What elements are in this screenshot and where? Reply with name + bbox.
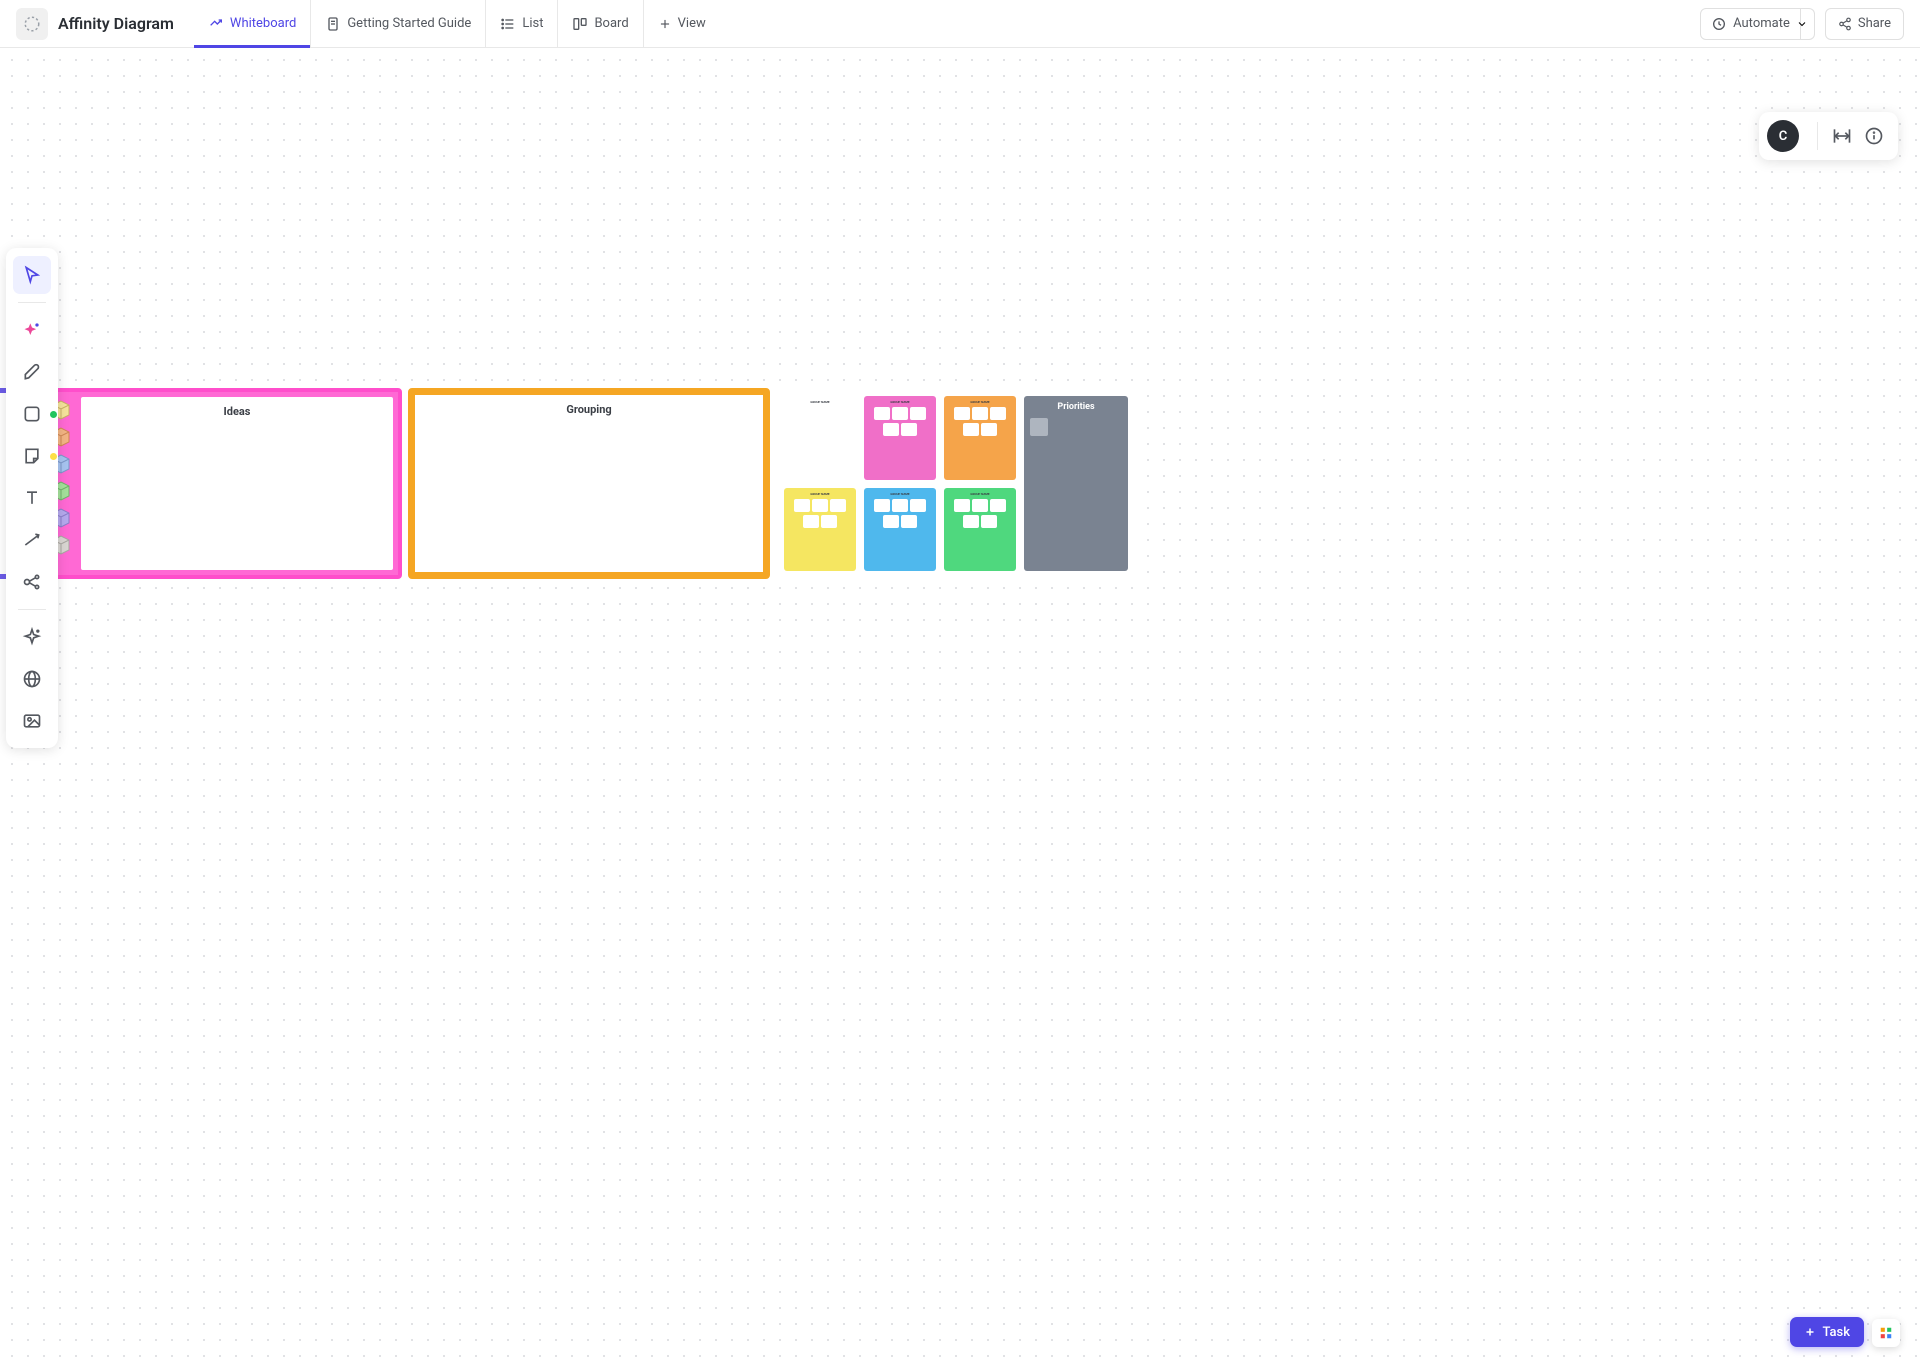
- automate-dropdown[interactable]: [1791, 8, 1815, 40]
- canvas-content: Ideas Grouping GROUP NAME GROUP NAME: [0, 388, 1136, 579]
- info-button[interactable]: [1858, 120, 1890, 152]
- tab-label: List: [522, 16, 543, 31]
- tab-board[interactable]: Board: [558, 0, 643, 48]
- group-card-title: GROUP NAME: [970, 400, 989, 404]
- priority-box[interactable]: [1030, 418, 1048, 436]
- divider: [18, 609, 46, 610]
- color-dot: [50, 453, 57, 460]
- board-icon: [572, 16, 588, 32]
- plus-icon: [1804, 1326, 1816, 1338]
- select-tool[interactable]: [13, 256, 51, 294]
- group-card[interactable]: GROUP NAME: [784, 488, 856, 572]
- connector-tool[interactable]: [13, 521, 51, 559]
- group-card-title: GROUP NAME: [810, 492, 829, 496]
- pen-tool[interactable]: [13, 353, 51, 391]
- plus-icon: [658, 17, 672, 31]
- priorities-title: Priorities: [1030, 402, 1122, 412]
- sticky-icon: [22, 446, 42, 466]
- automate-button[interactable]: Automate: [1700, 8, 1801, 40]
- color-dot: [50, 369, 57, 376]
- sticky-tool[interactable]: [13, 437, 51, 475]
- fit-width-button[interactable]: [1826, 120, 1858, 152]
- mindmap-tool[interactable]: [13, 563, 51, 601]
- grouping-title: Grouping: [419, 399, 759, 416]
- group-card-title: GROUP NAME: [890, 400, 909, 404]
- image-tool[interactable]: [13, 702, 51, 740]
- ideas-title: Ideas: [89, 405, 385, 418]
- globe-icon: [22, 669, 42, 689]
- ideas-area[interactable]: Ideas: [81, 397, 393, 570]
- tab-whiteboard[interactable]: Whiteboard: [194, 0, 311, 48]
- task-button[interactable]: Task: [1790, 1317, 1864, 1347]
- left-toolbar: [6, 248, 58, 748]
- group-card-title: GROUP NAME: [810, 400, 829, 404]
- loading-icon: [16, 8, 48, 40]
- share-label: Share: [1858, 16, 1891, 31]
- canvas-controls: C: [1759, 112, 1898, 160]
- panel-groups-priorities[interactable]: GROUP NAME GROUP NAME GROUP NAME GROUP N…: [776, 388, 1136, 579]
- sparkle-icon: [22, 320, 42, 340]
- group-cards-grid: GROUP NAME GROUP NAME GROUP NAME GROUP N…: [784, 396, 1016, 571]
- view-label: View: [678, 16, 706, 31]
- title-area: Affinity Diagram: [16, 8, 174, 40]
- mindmap-icon: [22, 572, 42, 592]
- header-right: Automate Share: [1700, 8, 1904, 40]
- chevron-down-icon: [1796, 18, 1808, 30]
- panel-grouping[interactable]: Grouping: [408, 388, 770, 579]
- apps-icon: [1879, 1326, 1893, 1340]
- divider: [1817, 122, 1818, 150]
- view-tabs: Whiteboard Getting Started Guide List Bo…: [194, 0, 720, 48]
- page-title: Affinity Diagram: [58, 14, 174, 33]
- divider: [18, 302, 46, 303]
- color-dot: [50, 411, 57, 418]
- square-icon: [22, 404, 42, 424]
- group-card[interactable]: GROUP NAME: [784, 396, 856, 480]
- group-card[interactable]: GROUP NAME: [864, 396, 936, 480]
- fit-width-icon: [1832, 126, 1852, 146]
- whiteboard-icon: [208, 16, 224, 32]
- header-bar: Affinity Diagram Whiteboard Getting Star…: [0, 0, 1920, 48]
- connector-icon: [22, 530, 42, 550]
- group-card-title: GROUP NAME: [970, 492, 989, 496]
- text-icon: [22, 488, 42, 508]
- avatar[interactable]: C: [1767, 120, 1799, 152]
- templates-tool[interactable]: [13, 311, 51, 349]
- group-card[interactable]: GROUP NAME: [864, 488, 936, 572]
- priorities-card[interactable]: Priorities: [1024, 396, 1128, 571]
- tab-getting-started[interactable]: Getting Started Guide: [311, 0, 486, 48]
- text-tool[interactable]: [13, 479, 51, 517]
- group-card[interactable]: GROUP NAME: [944, 488, 1016, 572]
- pen-icon: [22, 362, 42, 382]
- apps-button[interactable]: [1872, 1319, 1900, 1347]
- image-icon: [22, 711, 42, 731]
- ai-tool[interactable]: [13, 618, 51, 656]
- tab-label: Board: [594, 16, 628, 31]
- share-button[interactable]: Share: [1825, 8, 1904, 40]
- group-card-title: GROUP NAME: [890, 492, 909, 496]
- add-view-button[interactable]: View: [644, 16, 720, 31]
- tab-label: Getting Started Guide: [347, 16, 471, 31]
- task-label: Task: [1822, 1325, 1850, 1340]
- list-icon: [500, 16, 516, 32]
- automate-icon: [1711, 16, 1727, 32]
- info-icon: [1864, 126, 1884, 146]
- grouping-area[interactable]: Grouping: [419, 399, 759, 568]
- shape-tool[interactable]: [13, 395, 51, 433]
- ai-sparkle-icon: [22, 627, 42, 647]
- web-tool[interactable]: [13, 660, 51, 698]
- doc-icon: [325, 16, 341, 32]
- canvas[interactable]: C Ideas Groupi: [0, 48, 1920, 1367]
- cursor-icon: [22, 265, 42, 285]
- tab-list[interactable]: List: [486, 0, 558, 48]
- share-icon: [1838, 17, 1852, 31]
- tab-label: Whiteboard: [230, 16, 296, 31]
- group-card[interactable]: GROUP NAME: [944, 396, 1016, 480]
- automate-label: Automate: [1733, 16, 1790, 31]
- panel-ideas[interactable]: Ideas: [40, 388, 402, 579]
